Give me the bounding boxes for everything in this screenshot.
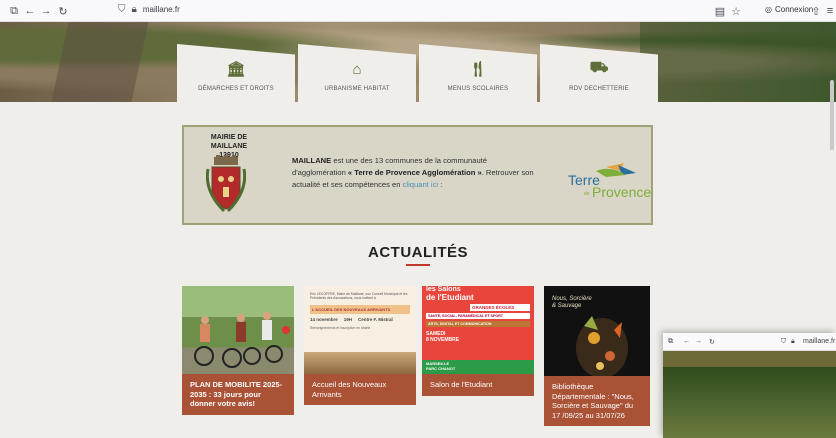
news-card-bibliotheque[interactable]: Nous, Sorcière & Sauvage Bibliothèque Dé… bbox=[544, 286, 650, 426]
shield-icon: ⛉ bbox=[118, 4, 126, 15]
lock-icon: 🔒︎ bbox=[791, 337, 795, 345]
tabs-icon[interactable]: ⧉ bbox=[668, 338, 673, 346]
account-icon: ◎ bbox=[765, 5, 772, 14]
shield-icon: ⛉ bbox=[781, 337, 787, 345]
cliquant-ici-link[interactable]: cliquant ici bbox=[403, 180, 438, 189]
forward-icon[interactable]: → bbox=[695, 338, 702, 345]
news-card-nouveaux-arrivants[interactable]: Eric LECOFFRE, Maire de Maillane, son Co… bbox=[304, 286, 416, 405]
hero-banner bbox=[0, 22, 836, 102]
terre-de-provence-logo[interactable]: Terre de Provence bbox=[566, 161, 656, 201]
lock-icon: 🔒︎ bbox=[131, 4, 137, 15]
cutlery-icon: 🍴︎ bbox=[468, 61, 488, 78]
reader-icon[interactable]: ▤ bbox=[712, 3, 728, 19]
secondary-toolbar: ⧉ ← → ↻ ⛉ 🔒︎ maillane.fr bbox=[663, 333, 836, 351]
secondary-url[interactable]: maillane.fr bbox=[803, 338, 835, 345]
tabs-icon[interactable]: ⧉ bbox=[6, 3, 22, 19]
login-button[interactable]: ◎ Connexion bbox=[765, 5, 813, 14]
address-bar[interactable]: ⛉ 🔒︎ maillane.fr bbox=[118, 4, 180, 15]
page-scrollbar[interactable] bbox=[830, 80, 834, 150]
back-icon[interactable]: ← bbox=[22, 3, 38, 19]
back-icon[interactable]: ← bbox=[683, 338, 690, 345]
secondary-browser-window[interactable]: ⧉ ← → ↻ ⛉ 🔒︎ maillane.fr bbox=[663, 333, 836, 438]
url-text: maillane.fr bbox=[142, 5, 180, 14]
svg-text:Provence: Provence bbox=[592, 184, 651, 200]
salon-etudiant-poster: les Salons de l'Etudiant GRANDES ÉCOLES … bbox=[422, 286, 534, 374]
forward-icon[interactable]: → bbox=[38, 3, 54, 19]
bookmark-star-icon[interactable]: ☆ bbox=[728, 3, 744, 19]
secondary-hero bbox=[663, 351, 836, 438]
accueil-poster: Eric LECOFFRE, Maire de Maillane, son Co… bbox=[304, 286, 416, 374]
truck-icon: ⛟ bbox=[589, 59, 609, 76]
actualites-heading: ACTUALITÉS bbox=[368, 244, 468, 261]
mairie-description: MAILLANE est une des 13 communes de la c… bbox=[292, 156, 534, 189]
bank-icon: 🏛︎ bbox=[226, 61, 246, 78]
reload-icon[interactable]: ↻ bbox=[709, 338, 715, 346]
cyclists-image bbox=[182, 286, 294, 374]
reload-icon[interactable]: ↻ bbox=[55, 3, 71, 19]
svg-text:de: de bbox=[584, 191, 590, 197]
mairie-info-box: MAIRIE DE MAILLANE 13910 MAILLANE est un… bbox=[182, 125, 653, 225]
heading-underline bbox=[406, 264, 430, 266]
news-card-mobilite[interactable]: PLAN DE MOBILITE 2025-2035 : 33 jours po… bbox=[182, 286, 294, 415]
house-icon: ⌂ bbox=[352, 61, 362, 78]
crest-icon bbox=[206, 155, 246, 213]
news-card-salon-etudiant[interactable]: les Salons de l'Etudiant GRANDES ÉCOLES … bbox=[422, 286, 534, 396]
browser-toolbar: ⧉ ← → ↻ ⛉ 🔒︎ maillane.fr ▤ ☆ ◎ Connexion… bbox=[0, 0, 836, 22]
menu-icon[interactable]: ≡ bbox=[822, 3, 836, 19]
